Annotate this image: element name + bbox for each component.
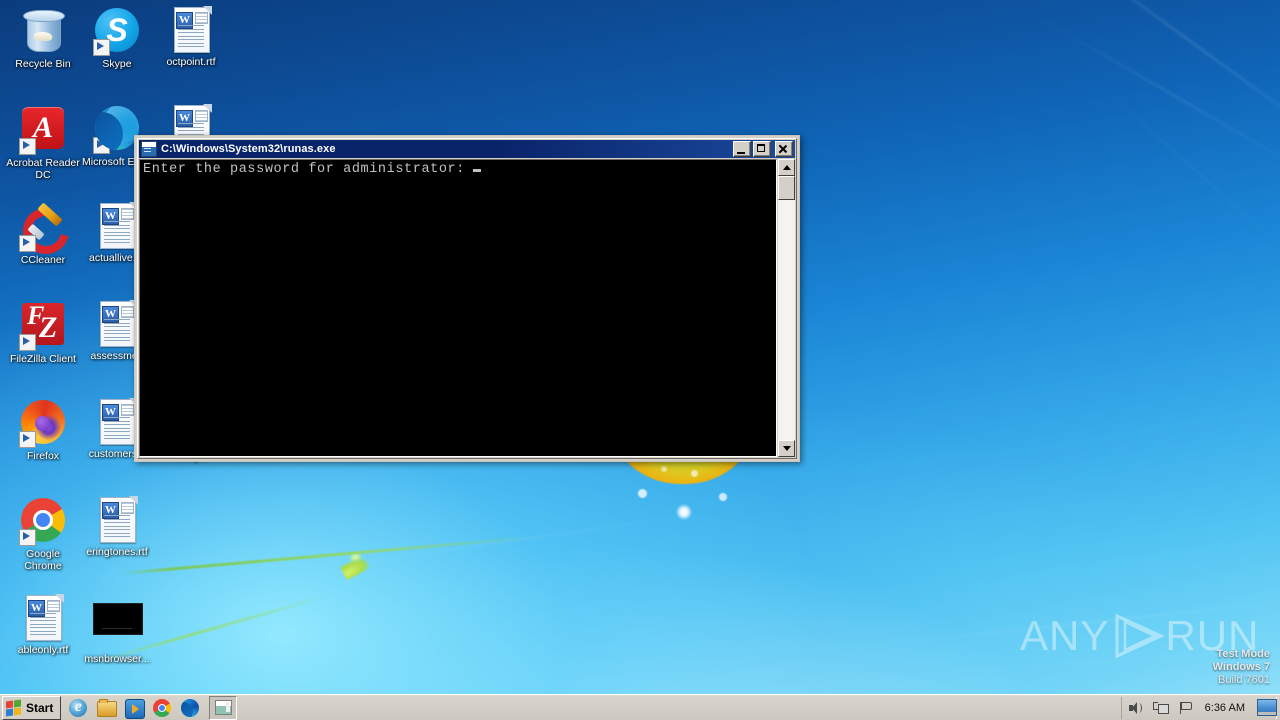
- system-tray[interactable]: 6:36 AM: [1120, 696, 1277, 719]
- firefox-icon: [19, 400, 67, 448]
- desktop-icon-label: CCleaner: [20, 254, 66, 266]
- shortcut-arrow-icon: [19, 431, 36, 448]
- close-button[interactable]: [775, 141, 793, 157]
- action-center-flag-icon[interactable]: [1177, 700, 1193, 716]
- show-desktop-button[interactable]: [1257, 699, 1277, 716]
- console-icon: [141, 141, 157, 157]
- shortcut-arrow-icon: [93, 39, 110, 56]
- console-prompt-text: Enter the password for administrator:: [143, 162, 465, 177]
- desktop-icon-label: ableonly.rtf: [17, 644, 69, 656]
- maximize-button[interactable]: [753, 141, 771, 157]
- desktop-icon-label: msnbrowser...: [84, 653, 150, 665]
- quicklaunch-windows-explorer[interactable]: [97, 698, 118, 717]
- scroll-up-arrow-icon[interactable]: [778, 159, 795, 176]
- start-button-label: Start: [26, 700, 54, 715]
- desktop[interactable]: Recycle Bin Skype Woctpoint.rtf Acrobat Rea…: [0, 0, 1280, 720]
- desktop-icon[interactable]: Weringtones.rtf: [80, 496, 154, 559]
- minimize-button[interactable]: [733, 141, 751, 157]
- acrobat-reader-icon: [19, 107, 67, 155]
- console-cursor: [472, 169, 481, 172]
- desktop-icon[interactable]: Wableonly.rtf: [6, 594, 80, 657]
- window-title: C:\Windows\System32\runas.exe: [161, 143, 336, 155]
- recycle-bin-icon: [19, 8, 67, 56]
- desktop-icon[interactable]: msnbrowser...: [80, 594, 154, 666]
- quick-launch-bar[interactable]: [69, 698, 200, 719]
- black-thumbnail-icon: [93, 603, 143, 651]
- internet-explorer-icon: [69, 698, 88, 717]
- desktop-icon[interactable]: Google Chrome: [6, 496, 80, 572]
- desktop-icon[interactable]: Recycle Bin: [6, 6, 80, 71]
- folder-icon: [97, 698, 118, 717]
- window-titlebar[interactable]: C:\Windows\System32\runas.exe: [139, 140, 795, 158]
- shortcut-arrow-icon: [19, 235, 36, 252]
- desktop-icon[interactable]: Skype: [80, 6, 154, 71]
- desktop-icon-label: Skype: [102, 58, 132, 70]
- console-scrollbar[interactable]: [778, 159, 795, 457]
- desktop-icon[interactable]: Firefox: [6, 398, 80, 463]
- quicklaunch-microsoft-edge[interactable]: [181, 698, 200, 717]
- desktop-icon-label: Recycle Bin: [15, 58, 71, 70]
- scrollbar-thumb[interactable]: [778, 176, 795, 200]
- ccleaner-icon: [14, 199, 78, 263]
- shortcut-arrow-icon: [19, 529, 36, 546]
- chrome-icon: [153, 698, 172, 717]
- rtf-document-icon: W: [167, 6, 215, 54]
- desktop-icon-label: Acrobat Reader DC: [6, 157, 80, 181]
- desktop-icon[interactable]: F Z FileZilla Client: [6, 300, 80, 366]
- console-window-icon: [214, 700, 232, 715]
- windows-flag-icon: [6, 699, 22, 716]
- taskbar[interactable]: Start 6:36 AM: [0, 694, 1280, 720]
- desktop-icon[interactable]: Woctpoint.rtf: [154, 6, 228, 69]
- edge-icon: [181, 698, 200, 717]
- rtf-document-icon: W: [93, 496, 141, 544]
- desktop-icon[interactable]: CCleaner: [6, 199, 80, 267]
- quicklaunch-internet-explorer[interactable]: [69, 698, 88, 717]
- shortcut-arrow-icon: [19, 334, 36, 351]
- skype-icon: [93, 8, 141, 56]
- clock[interactable]: 6:36 AM: [1202, 702, 1248, 714]
- desktop-icon[interactable]: Acrobat Reader DC: [6, 104, 80, 181]
- network-icon[interactable]: [1152, 700, 1169, 716]
- volume-icon[interactable]: [1127, 700, 1143, 716]
- taskbar-button-runas[interactable]: [209, 695, 238, 720]
- runas-console-window[interactable]: C:\Windows\System32\runas.exe Enter the …: [134, 135, 800, 462]
- quicklaunch-media-player[interactable]: [125, 698, 146, 719]
- shortcut-arrow-icon: [19, 138, 36, 155]
- start-button[interactable]: Start: [2, 695, 62, 720]
- media-player-icon: [125, 698, 146, 719]
- quicklaunch-google-chrome[interactable]: [153, 698, 172, 717]
- taskbar-task-list: [209, 695, 1120, 720]
- rtf-document-icon: W: [19, 594, 67, 642]
- window-body: Enter the password for administrator:: [139, 159, 795, 457]
- console-prompt-line: Enter the password for administrator:: [143, 162, 776, 178]
- scroll-down-arrow-icon[interactable]: [778, 440, 795, 457]
- desktop-icon-label: Google Chrome: [24, 548, 62, 572]
- google-chrome-icon: [19, 498, 67, 546]
- window-inner-frame: C:\Windows\System32\runas.exe Enter the …: [137, 138, 797, 459]
- filezilla-icon: FZ: [19, 303, 67, 351]
- console-output-area[interactable]: Enter the password for administrator:: [139, 159, 777, 457]
- desktop-icon-label: octpoint.rtf: [166, 56, 216, 68]
- desktop-icon-label: eringtones.rtf: [86, 546, 148, 558]
- desktop-icon-label: FileZilla Client: [10, 353, 76, 365]
- scrollbar-track[interactable]: [778, 176, 795, 440]
- desktop-icon-label: Firefox: [26, 450, 60, 462]
